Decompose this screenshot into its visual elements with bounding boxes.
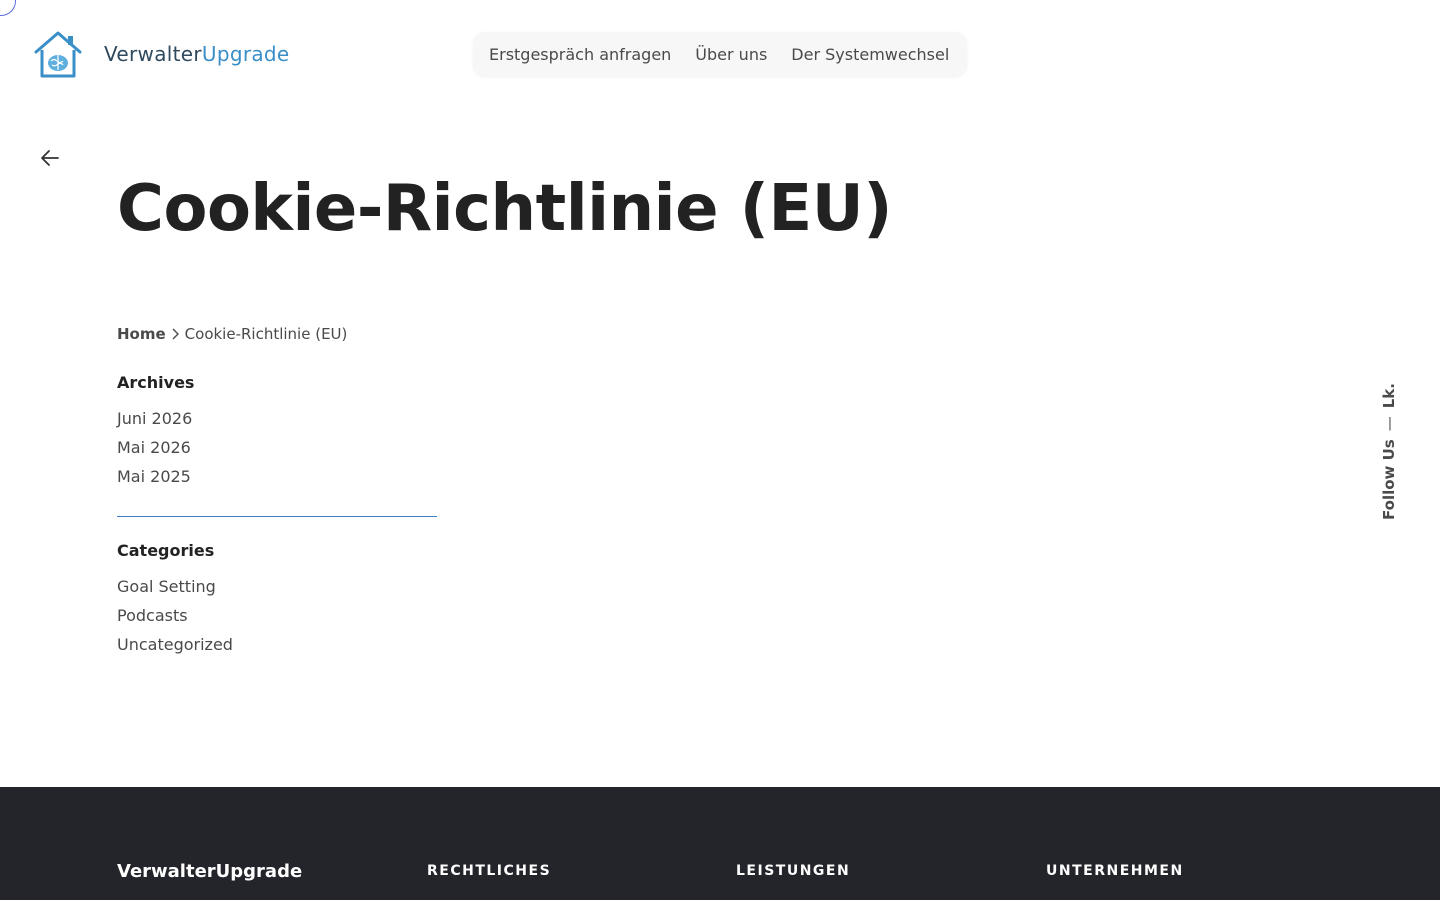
list-item: Mai 2026	[117, 438, 192, 467]
nav-item-systemwechsel[interactable]: Der Systemwechsel	[791, 45, 949, 64]
breadcrumb-current: Cookie-Richtlinie (EU)	[184, 325, 348, 343]
logo-text: VerwalterUpgrade	[104, 42, 290, 66]
categories-title: Categories	[117, 541, 215, 560]
footer-brand: VerwalterUpgrade	[117, 861, 303, 882]
footer-heading-leistungen: LEISTUNGEN	[736, 863, 851, 879]
nav-item-erstgespraech[interactable]: Erstgespräch anfragen	[489, 45, 671, 64]
archives-title: Archives	[117, 373, 195, 392]
follow-us: Follow Us — Lk.	[1380, 383, 1398, 520]
cursor-indicator	[0, 0, 16, 16]
list-item: Juni 2026	[117, 409, 192, 438]
list-item: Uncategorized	[117, 635, 233, 664]
nav-item-ueber-uns[interactable]: Über uns	[695, 45, 767, 64]
chevron-right-icon	[172, 328, 179, 340]
list-item: Podcasts	[117, 606, 233, 635]
footer-heading-rechtliches: RECHTLICHES	[427, 863, 552, 879]
breadcrumb: Home Cookie-Richtlinie (EU)	[117, 325, 347, 343]
categories-list: Goal Setting Podcasts Uncategorized	[117, 577, 233, 664]
main-nav: Erstgespräch anfragen Über uns Der Syste…	[473, 32, 967, 76]
breadcrumb-home[interactable]: Home	[117, 325, 166, 343]
archive-link[interactable]: Mai 2026	[117, 438, 191, 457]
logo-word-2: Upgrade	[201, 42, 290, 66]
list-item: Goal Setting	[117, 577, 233, 606]
archive-link[interactable]: Juni 2026	[117, 409, 192, 428]
archives-list: Juni 2026 Mai 2026 Mai 2025	[117, 409, 192, 496]
page: VerwalterUpgrade Erstgespräch anfragen Ü…	[0, 0, 1440, 900]
social-link-linkedin[interactable]: Lk.	[1380, 383, 1398, 408]
widget-divider	[117, 516, 437, 517]
follow-label: Follow Us	[1380, 439, 1398, 520]
page-title: Cookie-Richtlinie (EU)	[117, 172, 892, 246]
footer-heading-unternehmen: UNTERNEHMEN	[1046, 863, 1184, 879]
category-link[interactable]: Uncategorized	[117, 635, 233, 654]
list-item: Mai 2025	[117, 467, 192, 496]
archive-link[interactable]: Mai 2025	[117, 467, 191, 486]
category-link[interactable]: Podcasts	[117, 606, 188, 625]
follow-dash: —	[1380, 416, 1398, 432]
site-logo[interactable]: VerwalterUpgrade	[33, 30, 290, 78]
site-footer: VerwalterUpgrade RECHTLICHES LEISTUNGEN …	[0, 787, 1440, 900]
back-arrow-icon[interactable]	[39, 147, 61, 169]
logo-word-1: Verwalter	[104, 42, 202, 66]
house-brain-icon	[34, 31, 82, 78]
category-link[interactable]: Goal Setting	[117, 577, 216, 596]
